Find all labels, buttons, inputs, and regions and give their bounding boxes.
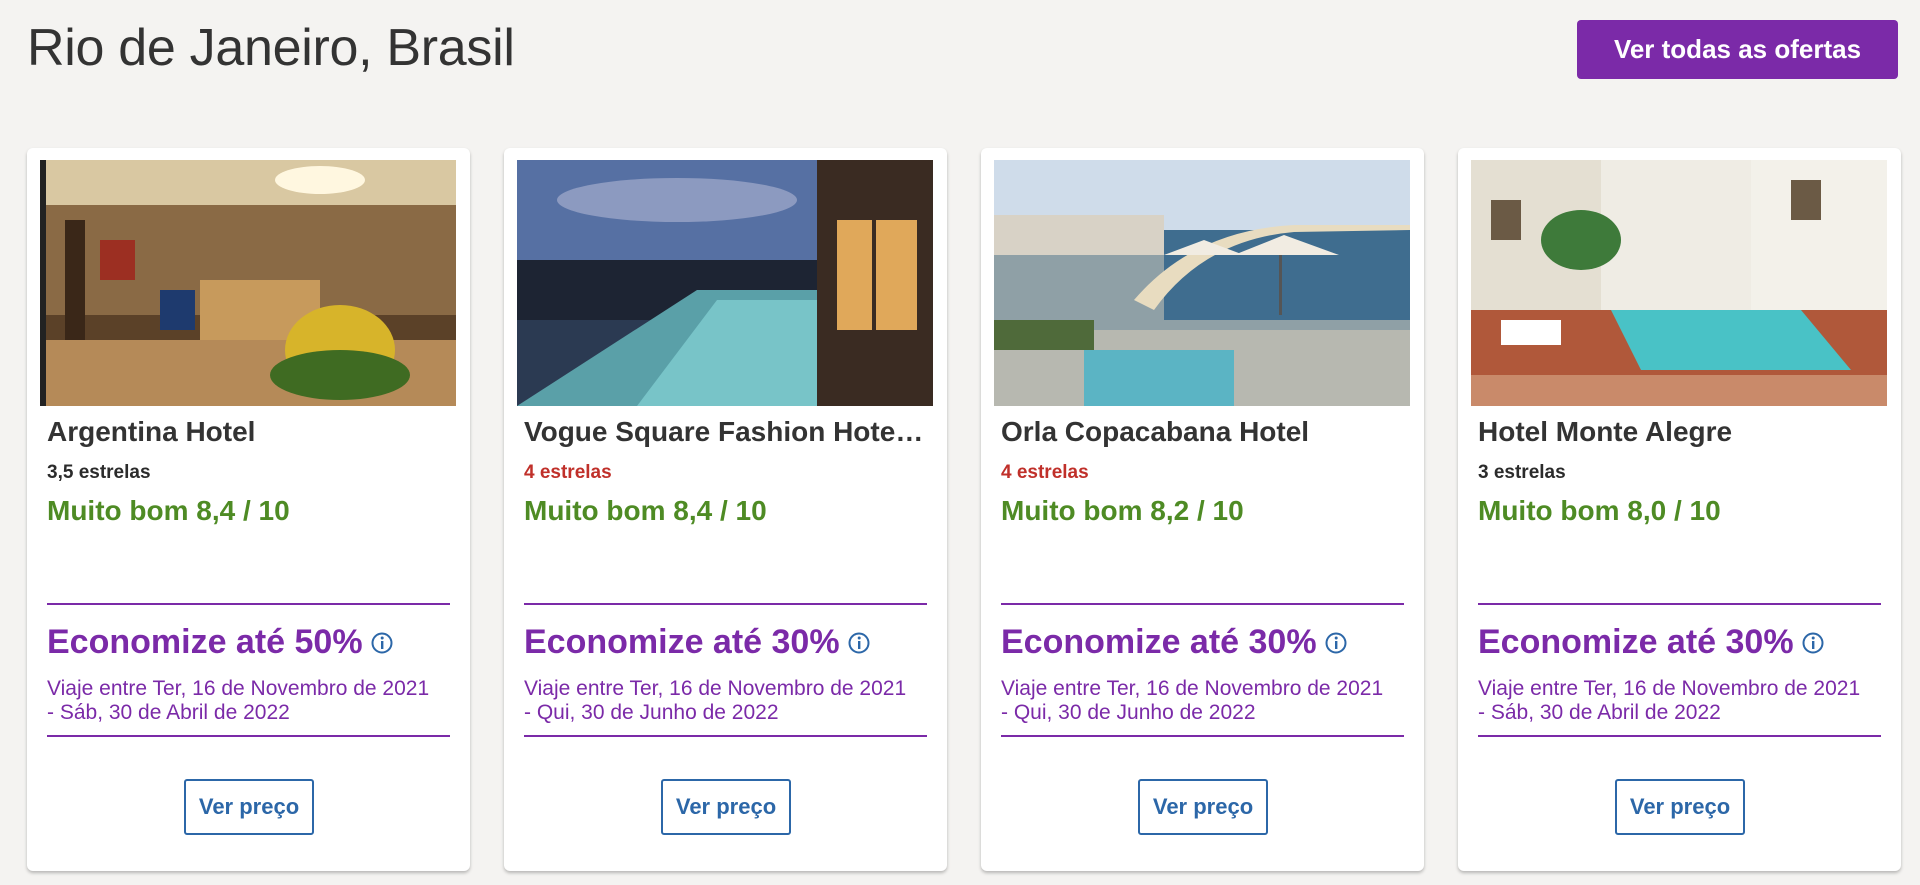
hotel-rating: Muito bom 8,4 / 10 xyxy=(47,495,290,526)
hotel-stars: 4 estrelas xyxy=(524,462,612,483)
hotel-photo-rooftop[interactable] xyxy=(994,160,1410,406)
divider xyxy=(524,603,927,605)
travel-dates-line1: Viaje entre Ter, 16 de Novembro de 2021 xyxy=(1478,677,1861,700)
hotel-stars: 3 estrelas xyxy=(1478,462,1566,483)
savings-label: Economize até 30% xyxy=(1001,623,1317,661)
hotel-name[interactable]: Hotel Monte Alegre xyxy=(1478,416,1883,448)
view-all-offers-button[interactable]: Ver todas as ofertas xyxy=(1577,20,1898,79)
hotel-card[interactable]: Argentina Hotel 3,5 estrelas Muito bom 8… xyxy=(27,148,470,871)
savings-label: Economize até 30% xyxy=(1478,623,1794,661)
page-title: Rio de Janeiro, Brasil xyxy=(27,19,515,77)
travel-dates: Viaje entre Ter, 16 de Novembro de 2021 … xyxy=(1478,677,1883,725)
hotel-stars: 3,5 estrelas xyxy=(47,462,151,483)
savings-label: Economize até 30% xyxy=(524,623,840,661)
hotel-card[interactable]: Hotel Monte Alegre 3 estrelas Muito bom … xyxy=(1458,148,1901,871)
travel-dates: Viaje entre Ter, 16 de Novembro de 2021 … xyxy=(1001,677,1406,725)
info-icon[interactable] xyxy=(1802,632,1824,654)
see-price-button[interactable]: Ver preço xyxy=(184,779,314,835)
hotel-rating: Muito bom 8,2 / 10 xyxy=(1001,495,1244,526)
divider xyxy=(1478,603,1881,605)
travel-dates-line2: - Qui, 30 de Junho de 2022 xyxy=(1001,701,1256,724)
hotel-stars: 4 estrelas xyxy=(1001,462,1089,483)
savings-text: Economize até 30% xyxy=(1001,623,1347,662)
hotel-rating: Muito bom 8,0 / 10 xyxy=(1478,495,1721,526)
travel-dates: Viaje entre Ter, 16 de Novembro de 2021 … xyxy=(47,677,452,725)
divider xyxy=(1001,603,1404,605)
travel-dates-line2: - Sáb, 30 de Abril de 2022 xyxy=(47,701,290,724)
travel-dates: Viaje entre Ter, 16 de Novembro de 2021 … xyxy=(524,677,929,725)
info-icon[interactable] xyxy=(848,632,870,654)
travel-dates-line1: Viaje entre Ter, 16 de Novembro de 2021 xyxy=(47,677,430,700)
info-icon[interactable] xyxy=(371,632,393,654)
divider xyxy=(1478,735,1881,737)
hotel-photo-courtyard-pool[interactable] xyxy=(1471,160,1887,406)
see-price-button[interactable]: Ver preço xyxy=(1615,779,1745,835)
hotel-rating: Muito bom 8,4 / 10 xyxy=(524,495,767,526)
hotel-photo-pool[interactable] xyxy=(517,160,933,406)
hotel-name[interactable]: Vogue Square Fashion Hotel… xyxy=(524,416,929,448)
hotel-photo-lobby[interactable] xyxy=(40,160,456,406)
travel-dates-line1: Viaje entre Ter, 16 de Novembro de 2021 xyxy=(1001,677,1384,700)
hotel-card[interactable]: Vogue Square Fashion Hotel… 4 estrelas M… xyxy=(504,148,947,871)
divider xyxy=(1001,735,1404,737)
savings-label: Economize até 50% xyxy=(47,623,363,661)
divider xyxy=(524,735,927,737)
info-icon[interactable] xyxy=(1325,632,1347,654)
savings-text: Economize até 30% xyxy=(1478,623,1824,662)
hotel-name[interactable]: Orla Copacabana Hotel xyxy=(1001,416,1406,448)
travel-dates-line2: - Sáb, 30 de Abril de 2022 xyxy=(1478,701,1721,724)
see-price-button[interactable]: Ver preço xyxy=(1138,779,1268,835)
hotel-card[interactable]: Orla Copacabana Hotel 4 estrelas Muito b… xyxy=(981,148,1424,871)
travel-dates-line2: - Qui, 30 de Junho de 2022 xyxy=(524,701,779,724)
see-price-button[interactable]: Ver preço xyxy=(661,779,791,835)
divider xyxy=(47,735,450,737)
hotel-name[interactable]: Argentina Hotel xyxy=(47,416,452,448)
savings-text: Economize até 50% xyxy=(47,623,393,662)
travel-dates-line1: Viaje entre Ter, 16 de Novembro de 2021 xyxy=(524,677,907,700)
savings-text: Economize até 30% xyxy=(524,623,870,662)
divider xyxy=(47,603,450,605)
